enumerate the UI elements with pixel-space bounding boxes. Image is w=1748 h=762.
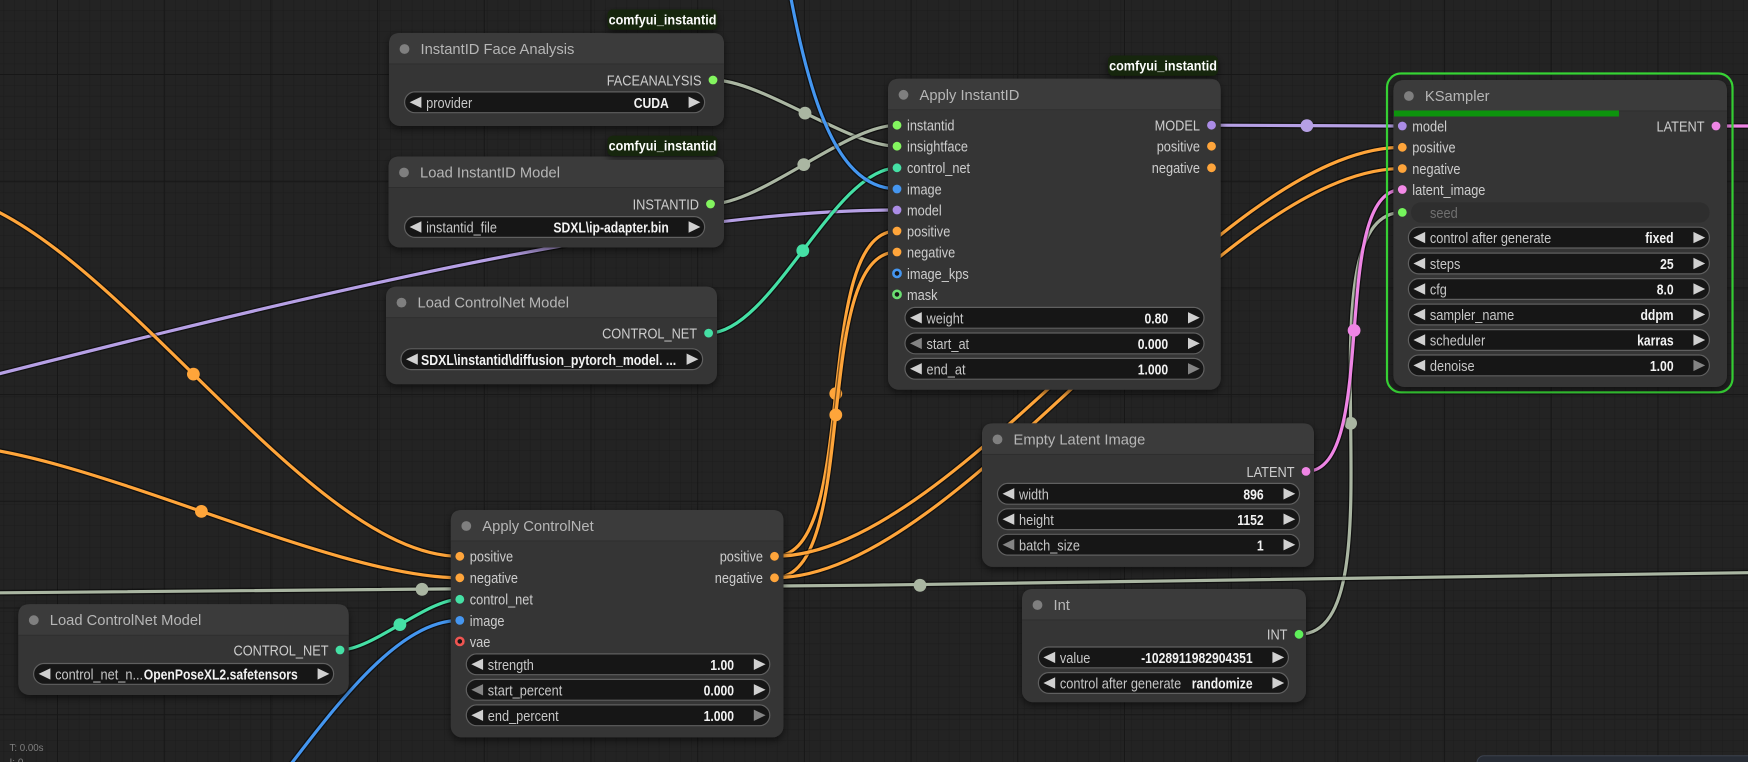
- svg-text:model: model: [1412, 118, 1447, 135]
- svg-text:control after generate: control after generate: [1060, 676, 1181, 693]
- svg-text:CONTROL_NET: CONTROL_NET: [602, 326, 697, 343]
- svg-text:positive: positive: [907, 223, 950, 240]
- svg-text:scheduler: scheduler: [1430, 333, 1485, 350]
- svg-text:end_at: end_at: [927, 361, 967, 378]
- svg-text:value: value: [1060, 650, 1091, 667]
- svg-text:negative: negative: [1412, 161, 1460, 178]
- svg-text:InstantID Face Analysis: InstantID Face Analysis: [421, 41, 575, 58]
- svg-text:Int: Int: [1054, 597, 1071, 614]
- svg-text:control_net_n...: control_net_n...: [55, 667, 143, 684]
- svg-text:8.0: 8.0: [1657, 282, 1674, 299]
- svg-text:I: 0: I: 0: [10, 758, 24, 762]
- svg-text:negative: negative: [907, 244, 955, 261]
- svg-text:start_at: start_at: [927, 336, 970, 353]
- svg-text:0.000: 0.000: [704, 682, 734, 699]
- svg-text:Load InstantID Model: Load InstantID Model: [420, 165, 560, 182]
- svg-text:positive: positive: [470, 549, 513, 566]
- svg-text:ddpm: ddpm: [1641, 307, 1674, 324]
- svg-text:steps: steps: [1430, 256, 1461, 273]
- svg-text:negative: negative: [715, 570, 763, 587]
- svg-text:1152: 1152: [1237, 512, 1263, 529]
- svg-text:0.80: 0.80: [1145, 310, 1169, 327]
- svg-text:control_net: control_net: [907, 160, 971, 177]
- svg-text:width: width: [1018, 486, 1049, 503]
- svg-text:sampler_name: sampler_name: [1430, 307, 1514, 324]
- svg-text:1: 1: [1257, 537, 1264, 554]
- svg-text:mask: mask: [907, 287, 938, 304]
- svg-text:Load ControlNet Model: Load ControlNet Model: [50, 612, 202, 629]
- svg-text:comfyui_instantid: comfyui_instantid: [1109, 57, 1217, 73]
- svg-text:1.00: 1.00: [710, 657, 734, 674]
- svg-text:comfyui_instantid: comfyui_instantid: [609, 138, 717, 154]
- svg-text:image: image: [470, 613, 505, 630]
- svg-text:FACEANALYSIS: FACEANALYSIS: [607, 72, 702, 89]
- svg-text:Apply ControlNet: Apply ControlNet: [482, 518, 594, 535]
- svg-text:start_percent: start_percent: [488, 682, 563, 699]
- svg-text:896: 896: [1243, 486, 1263, 503]
- svg-text:batch_size: batch_size: [1019, 537, 1080, 554]
- svg-text:Apply InstantID: Apply InstantID: [920, 87, 1020, 104]
- svg-text:LATENT: LATENT: [1657, 118, 1705, 135]
- svg-text:insightface: insightface: [907, 139, 968, 156]
- svg-text:cfg: cfg: [1430, 282, 1447, 299]
- svg-text:INSTANTID: INSTANTID: [633, 196, 699, 213]
- svg-text:seed: seed: [1430, 205, 1458, 222]
- svg-text:CUDA: CUDA: [634, 95, 669, 112]
- svg-text:provider: provider: [426, 95, 472, 112]
- svg-text:CONTROL_NET: CONTROL_NET: [234, 642, 329, 659]
- svg-text:height: height: [1019, 512, 1054, 529]
- svg-text:strength: strength: [488, 657, 534, 674]
- svg-text:1.000: 1.000: [704, 708, 734, 725]
- svg-text:INT: INT: [1267, 627, 1288, 644]
- svg-text:karras: karras: [1637, 333, 1674, 350]
- svg-text:randomize: randomize: [1192, 676, 1253, 693]
- svg-text:image: image: [907, 181, 942, 198]
- svg-text:instantid: instantid: [907, 118, 955, 135]
- svg-text:instantid_file: instantid_file: [426, 220, 497, 237]
- svg-text:OpenPoseXL2.safetensors: OpenPoseXL2.safetensors: [144, 667, 298, 684]
- svg-text:Empty Latent Image: Empty Latent Image: [1014, 431, 1146, 448]
- svg-text:image_kps: image_kps: [907, 266, 969, 283]
- svg-text:0.000: 0.000: [1138, 336, 1168, 353]
- svg-text:KSampler: KSampler: [1425, 88, 1490, 105]
- svg-text:25: 25: [1660, 256, 1674, 273]
- svg-text:1.000: 1.000: [1138, 361, 1168, 378]
- svg-text:positive: positive: [1412, 140, 1455, 157]
- svg-text:MODEL: MODEL: [1155, 118, 1200, 135]
- svg-text:SDXL\ip-adapter.bin: SDXL\ip-adapter.bin: [553, 220, 668, 237]
- svg-text:latent_image: latent_image: [1412, 182, 1485, 199]
- svg-text:control after generate: control after generate: [1430, 230, 1551, 247]
- svg-text:Load ControlNet Model: Load ControlNet Model: [418, 295, 570, 312]
- svg-text:end_percent: end_percent: [488, 708, 560, 725]
- svg-text:model: model: [907, 202, 942, 219]
- svg-text:LATENT: LATENT: [1247, 464, 1295, 481]
- svg-text:-1028911982904351: -1028911982904351: [1141, 650, 1253, 667]
- svg-text:positive: positive: [720, 549, 763, 566]
- svg-text:positive: positive: [1157, 139, 1200, 156]
- svg-text:vae: vae: [470, 634, 491, 651]
- svg-text:weight: weight: [926, 310, 964, 327]
- svg-text:denoise: denoise: [1430, 358, 1475, 375]
- svg-text:fixed: fixed: [1645, 230, 1673, 247]
- svg-text:negative: negative: [1152, 160, 1200, 177]
- svg-text:control_net: control_net: [470, 592, 534, 609]
- svg-text:1.00: 1.00: [1650, 358, 1674, 375]
- svg-text:negative: negative: [470, 570, 518, 587]
- svg-text:comfyui_instantid: comfyui_instantid: [609, 11, 717, 27]
- svg-text:T: 0.00s: T: 0.00s: [10, 743, 44, 754]
- svg-text:SDXL\instantid\diffusion_pytor: SDXL\instantid\diffusion_pytorch_model. …: [421, 352, 676, 369]
